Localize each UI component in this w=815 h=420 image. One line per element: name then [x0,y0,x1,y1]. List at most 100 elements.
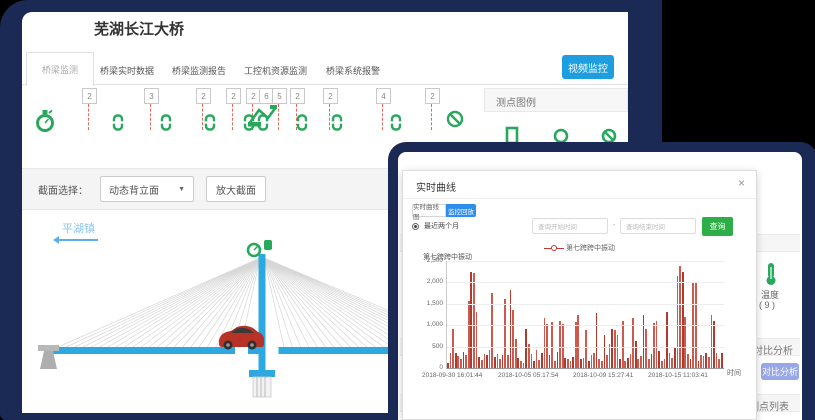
chart-bar [682,272,684,368]
chart-bar [617,335,619,368]
chart-bar [698,361,700,368]
chart-bar [619,359,621,368]
radio-last-two-months[interactable] [412,223,419,230]
chart-bar [583,358,585,368]
start-time-input[interactable]: 查询开始时间 [532,218,608,234]
sensor-dash-line [382,104,383,130]
chart-bar [497,354,499,368]
chart-bar [588,361,590,368]
tabbar-divider [22,84,628,85]
link-icon[interactable] [331,114,343,131]
sensor-dash-line [232,104,233,130]
section-select-label: 截面选择： [38,182,88,197]
chart-bar [671,358,673,368]
y-tick: 1,500 [405,300,443,307]
chart-bar [463,352,465,368]
tab-bridge-monitoring[interactable]: 桥梁监测 [26,52,94,86]
link-icon[interactable] [160,114,172,131]
chart-bar [447,363,449,368]
sensor-count-badge: 2 [82,88,97,104]
tab-realtime-data[interactable]: 桥梁实时数据 [100,64,154,77]
chart-bar [510,290,512,368]
section-select-value: 动态背立面 [109,182,159,197]
chart-bar [572,357,574,368]
chart-bar [465,355,467,368]
sensor-dash-line [329,104,330,130]
tab-realtime-curve[interactable]: 实时曲线图 [412,204,446,217]
chart-bar [481,360,483,368]
chart-bar [536,350,538,368]
sensor-count-badge: 4 [376,88,391,104]
chart-bar [596,313,598,368]
thermometer-icon[interactable] [764,262,778,286]
chart-bar [541,353,543,368]
chart-bar [575,322,577,368]
inspection-vehicle-icon[interactable] [246,102,280,128]
enlarge-section-button[interactable]: 放大截面 [206,176,266,202]
chart-bar [470,272,472,368]
x-tick: 2018-10-09 15:27:41 [573,372,633,379]
compare-analysis-button[interactable]: 对比分析 [761,363,799,380]
chart-bar [674,347,676,368]
gridline [447,282,724,283]
chart-bar [669,353,671,368]
chart-bar [452,329,454,368]
gridline [447,261,724,262]
chart-bar [643,315,645,368]
chart-bar [538,360,540,368]
chart-bar [484,354,486,368]
radio-label: 最近两个月 [424,221,459,231]
link-icon[interactable] [296,114,308,131]
chart-bar [658,351,660,368]
chart-bar [648,359,650,368]
chart-bar [489,350,491,368]
chart-bar [494,357,496,368]
section-select-dropdown[interactable]: 动态背立面 ▼ [100,176,194,202]
end-time-input[interactable]: 查询结束时间 [620,218,696,234]
chart-bar [580,359,582,368]
chart-bar [666,312,668,368]
chart-bar [523,363,525,368]
tab-monitor-playback[interactable]: 监控回放 [446,204,476,217]
query-button[interactable]: 查询 [702,217,733,236]
tab-monitor-report[interactable]: 桥梁监测报告 [172,64,226,77]
prohibition-icon[interactable] [446,110,464,128]
realtime-curve-dialog: 实时曲线 × 实时曲线图 监控回放 最近两个月 查询开始时间 - 查询结束时间 … [402,170,757,420]
chart-bar [653,323,655,368]
sensor-dash-line [202,104,203,130]
link-icon[interactable] [204,114,216,131]
chart-bar [528,344,530,368]
chart-bar [721,353,723,368]
link-icon[interactable] [112,114,124,131]
gridline [447,325,724,326]
chart-bar [486,355,488,368]
gauge-icon[interactable] [34,108,56,134]
tab-system-alarm[interactable]: 桥梁系统报警 [326,64,380,77]
sensor-dash-line [150,104,151,130]
chart-bar [520,361,522,368]
page-title: 芜湖长江大桥 [94,18,184,39]
tab-ipc-resource[interactable]: 工控机资源监测 [244,64,307,77]
chart-bar [554,361,556,368]
chart-bar [515,339,517,368]
chart-bar [713,321,715,368]
chart-bar [570,361,572,368]
chart-bar [711,315,713,369]
video-monitor-button[interactable]: 视频监控 [562,55,614,79]
chart-bar [624,361,626,368]
y-tick: 500 [405,343,443,350]
chart-bar [645,329,647,368]
chart-bar [564,358,566,368]
chart-bar [635,341,637,368]
close-icon[interactable]: × [738,176,745,190]
chart-bar [499,359,501,368]
link-icon[interactable] [390,114,402,131]
chart-bar [651,354,653,368]
chart-bar [457,356,459,368]
chart-bar [559,321,561,368]
chart-bar [656,321,658,368]
chart-bar [567,359,569,368]
sensor-count-badge: 2 [196,88,211,104]
chart-x-axis-title: 时间 [727,368,741,378]
bridge-pier [249,370,275,397]
